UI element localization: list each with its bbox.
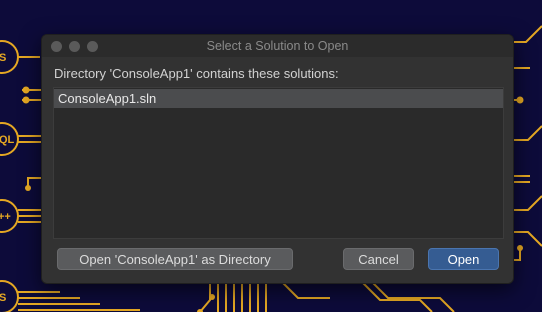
open-as-directory-button[interactable]: Open 'ConsoleApp1' as Directory — [57, 248, 293, 270]
dialog-title: Select a Solution to Open — [206, 39, 349, 53]
badge-label: ++ — [0, 211, 11, 223]
select-solution-dialog: Select a Solution to Open Directory 'Con… — [41, 34, 514, 284]
dialog-titlebar[interactable]: Select a Solution to Open — [42, 35, 513, 57]
badge-label: S — [0, 52, 6, 64]
dialog-prompt: Directory 'ConsoleApp1' contains these s… — [54, 66, 339, 81]
badge-label: QL — [0, 134, 15, 146]
cancel-button[interactable]: Cancel — [343, 248, 414, 270]
solutions-list[interactable]: ConsoleApp1.sln — [53, 87, 504, 239]
list-item[interactable]: ConsoleApp1.sln — [54, 89, 503, 108]
open-button[interactable]: Open — [428, 248, 499, 270]
badge-label: S — [0, 292, 6, 304]
solution-name: ConsoleApp1.sln — [58, 91, 157, 106]
